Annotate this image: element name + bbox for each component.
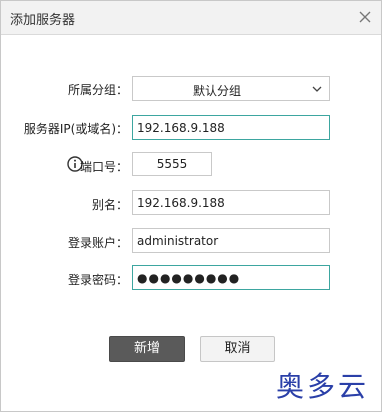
dialog-title: 添加服务器 [10,13,76,28]
alias-input[interactable] [132,190,330,215]
close-icon[interactable] [355,7,375,27]
alias-label: 别名： [91,198,128,212]
dialog-titlebar: 添加服务器 [1,1,381,35]
port-label: 端口号： [79,160,128,174]
add-button[interactable]: 新增 [109,336,185,362]
account-input[interactable] [132,228,330,253]
server-ip-input[interactable] [132,115,330,140]
group-select-value: 默认分组 [192,84,241,98]
cancel-button[interactable]: 取消 [200,336,275,362]
password-input[interactable] [132,265,330,290]
port-input[interactable] [132,152,212,176]
group-label: 所属分组： [67,83,128,97]
password-label: 登录密码： [67,273,128,287]
add-server-dialog: 添加服务器 所属分组： 默认分组 服务器IP(或域名)： 端口号： 别名： [0,0,382,412]
chevron-down-icon [311,83,323,98]
group-select[interactable]: 默认分组 [132,76,330,101]
server-ip-label: 服务器IP(或域名)： [23,122,128,136]
account-label: 登录账户： [67,236,128,250]
watermark-logo: 奥多云 [275,370,369,403]
